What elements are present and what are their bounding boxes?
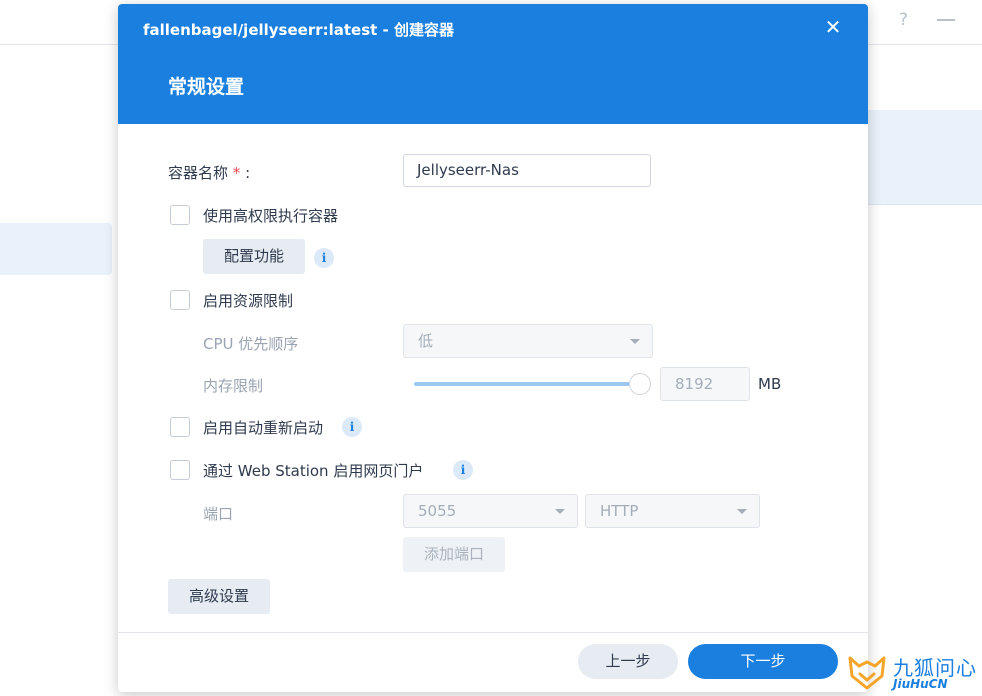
- cpu-priority-value: 低: [418, 332, 434, 350]
- container-name-label-text: 容器名称: [168, 164, 229, 182]
- privileged-label: 使用高权限执行容器: [203, 207, 339, 225]
- resource-limit-label: 启用资源限制: [203, 292, 294, 310]
- container-name-input[interactable]: Jellyseerr-Nas: [403, 154, 651, 187]
- memory-limit-slider[interactable]: [414, 382, 642, 386]
- memory-limit-label: 内存限制: [203, 377, 264, 395]
- port-value: 5055: [418, 502, 457, 520]
- advanced-settings-button[interactable]: 高级设置: [168, 579, 270, 614]
- info-icon[interactable]: i: [314, 248, 334, 268]
- background-selected-row: [868, 110, 982, 205]
- minimize-icon[interactable]: [937, 19, 955, 21]
- auto-restart-label: 启用自动重新启动: [203, 419, 324, 437]
- memory-limit-slider-handle[interactable]: [629, 373, 651, 395]
- watermark-text-en: JiuHuCN: [893, 677, 948, 691]
- container-name-label: 容器名称 * :: [168, 162, 250, 183]
- info-icon[interactable]: i: [342, 417, 362, 437]
- section-title: 常规设置: [168, 76, 245, 98]
- fox-logo-icon: [848, 656, 886, 690]
- memory-unit: MB: [758, 375, 782, 393]
- chevron-down-icon: [555, 509, 565, 514]
- chevron-down-icon: [630, 339, 640, 344]
- web-station-checkbox[interactable]: [170, 460, 190, 480]
- next-button[interactable]: 下一步: [688, 644, 838, 679]
- web-station-label: 通过 Web Station 启用网页门户: [203, 462, 424, 480]
- create-container-dialog: fallenbagel/jellyseerr:latest - 创建容器 ✕ 常…: [118, 4, 868, 692]
- protocol-select[interactable]: HTTP: [585, 494, 760, 528]
- port-select[interactable]: 5055: [403, 494, 578, 528]
- dialog-header: fallenbagel/jellyseerr:latest - 创建容器 ✕ 常…: [118, 4, 868, 124]
- configure-capabilities-button[interactable]: 配置功能: [203, 239, 305, 274]
- auto-restart-checkbox[interactable]: [170, 417, 190, 437]
- chevron-down-icon: [737, 509, 747, 514]
- footer-divider: [118, 632, 868, 633]
- cpu-priority-select[interactable]: 低: [403, 324, 653, 358]
- dialog-title: fallenbagel/jellyseerr:latest - 创建容器: [143, 21, 454, 39]
- protocol-value: HTTP: [600, 502, 639, 520]
- info-icon[interactable]: i: [453, 460, 473, 480]
- port-label: 端口: [203, 505, 234, 523]
- label-colon: :: [245, 164, 251, 182]
- add-port-button[interactable]: 添加端口: [403, 537, 505, 572]
- cpu-priority-label: CPU 优先顺序: [203, 335, 299, 353]
- resource-limit-checkbox[interactable]: [170, 290, 190, 310]
- previous-button[interactable]: 上一步: [578, 644, 678, 679]
- background-sidebar-selected-item: [0, 223, 112, 275]
- required-mark: *: [232, 164, 241, 182]
- memory-limit-input[interactable]: 8192: [660, 367, 750, 401]
- privileged-checkbox[interactable]: [170, 205, 190, 225]
- help-icon[interactable]: ?: [899, 10, 908, 30]
- close-icon[interactable]: ✕: [822, 16, 844, 38]
